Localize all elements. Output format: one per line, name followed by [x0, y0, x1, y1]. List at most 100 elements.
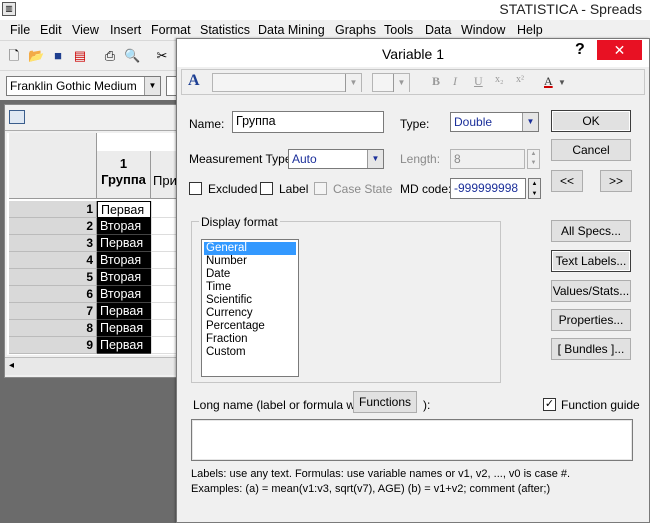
- chevron-down-icon[interactable]: ▼: [345, 74, 361, 92]
- menu-help[interactable]: Help: [517, 23, 543, 37]
- row-number[interactable]: 2: [9, 218, 97, 235]
- table-cell[interactable]: Вторая: [97, 269, 151, 286]
- menu-insert[interactable]: Insert: [110, 23, 141, 37]
- previous-variable-button[interactable]: <<: [551, 170, 583, 192]
- values-stats-button[interactable]: Values/Stats...: [551, 280, 631, 302]
- cut-icon[interactable]: ✂: [154, 48, 170, 64]
- row-number[interactable]: 3: [9, 235, 97, 252]
- menu-data-mining[interactable]: Data Mining: [258, 23, 325, 37]
- row-number[interactable]: 6: [9, 286, 97, 303]
- table-row: 8 Первая: [9, 320, 181, 337]
- list-item[interactable]: Fraction: [204, 333, 296, 346]
- dialog-title-bar: Variable 1 ? ✕: [177, 39, 649, 67]
- name-field[interactable]: Группа: [232, 111, 384, 133]
- table-cell[interactable]: Вторая: [97, 218, 151, 235]
- menu-file[interactable]: File: [10, 23, 30, 37]
- chevron-down-icon[interactable]: ▼: [393, 74, 409, 92]
- new-file-icon[interactable]: 🗋: [6, 48, 22, 64]
- superscript-icon[interactable]: x²: [516, 74, 524, 85]
- text-labels-button[interactable]: Text Labels...: [551, 250, 631, 272]
- ok-button[interactable]: OK: [551, 110, 631, 132]
- subscript-icon[interactable]: x₂: [495, 74, 504, 85]
- table-cell[interactable]: Первая: [97, 337, 151, 354]
- row-number[interactable]: 7: [9, 303, 97, 320]
- help-button[interactable]: ?: [575, 41, 585, 59]
- display-format-list[interactable]: General Number Date Time Scientific Curr…: [201, 239, 299, 377]
- row-number[interactable]: 8: [9, 320, 97, 337]
- cancel-button[interactable]: Cancel: [551, 139, 631, 161]
- length-spinner[interactable]: ▲ ▼: [527, 149, 540, 169]
- app-icon[interactable]: ▥: [2, 2, 16, 16]
- all-specs-button[interactable]: All Specs...: [551, 220, 631, 242]
- menu-tools[interactable]: Tools: [384, 23, 413, 37]
- app-title-bar: ▥ STATISTICA - Spreads: [0, 0, 650, 20]
- font-combo[interactable]: ▼: [212, 73, 362, 92]
- table-cell[interactable]: Первая: [97, 320, 151, 337]
- label-checkbox[interactable]: [260, 182, 273, 195]
- label-label: Label: [279, 182, 309, 196]
- font-icon[interactable]: A: [188, 72, 200, 90]
- dialog-format-toolbar: A ▼ ▼ B I U x₂ x² A ▼: [181, 69, 645, 95]
- excluded-checkbox[interactable]: [189, 182, 202, 195]
- list-item[interactable]: General: [204, 242, 296, 255]
- pdf-icon[interactable]: ▤: [72, 48, 88, 64]
- scroll-left-icon[interactable]: ◂: [9, 360, 14, 371]
- md-code-field[interactable]: -999999998: [450, 178, 526, 199]
- table-cell[interactable]: Первая: [97, 201, 151, 218]
- open-folder-icon[interactable]: 📂: [28, 48, 44, 64]
- print-preview-icon[interactable]: 🔍: [124, 48, 140, 64]
- print-icon[interactable]: ⎙: [102, 48, 118, 64]
- list-item[interactable]: Time: [204, 281, 296, 294]
- horizontal-scrollbar[interactable]: ◂: [5, 357, 181, 375]
- underline-icon[interactable]: U: [474, 74, 483, 89]
- close-button[interactable]: ✕: [597, 40, 642, 60]
- function-guide-checkbox[interactable]: ✓: [543, 398, 556, 411]
- list-item[interactable]: Currency: [204, 307, 296, 320]
- list-item[interactable]: Date: [204, 268, 296, 281]
- functions-button[interactable]: Functions: [353, 391, 417, 413]
- bundles-button[interactable]: [ Bundles ]...: [551, 338, 631, 360]
- length-field[interactable]: 8: [450, 149, 525, 169]
- help-text-line1: Labels: use any text. Formulas: use vari…: [191, 468, 571, 480]
- md-code-spinner[interactable]: ▲ ▼: [528, 178, 541, 199]
- chevron-down-icon[interactable]: ▼: [558, 78, 566, 87]
- table-cell[interactable]: Вторая: [97, 252, 151, 269]
- type-select[interactable]: Double ▼: [450, 112, 539, 132]
- menu-window[interactable]: Window: [461, 23, 505, 37]
- italic-icon[interactable]: I: [453, 74, 457, 89]
- help-text-line2: Examples: (a) = mean(v1:v3, sqrt(v7), AG…: [191, 483, 551, 495]
- row-number[interactable]: 4: [9, 252, 97, 269]
- chevron-down-icon[interactable]: ▼: [522, 113, 538, 131]
- table-cell[interactable]: Первая: [97, 303, 151, 320]
- table-cell[interactable]: Вторая: [97, 286, 151, 303]
- grid-corner[interactable]: [9, 133, 97, 199]
- font-color-icon[interactable]: A: [544, 74, 553, 89]
- menu-edit[interactable]: Edit: [40, 23, 62, 37]
- row-number[interactable]: 9: [9, 337, 97, 354]
- next-variable-button[interactable]: >>: [600, 170, 632, 192]
- menu-data[interactable]: Data: [425, 23, 451, 37]
- list-item[interactable]: Percentage: [204, 320, 296, 333]
- bold-icon[interactable]: B: [432, 74, 440, 89]
- font-name-combo[interactable]: Franklin Gothic Medium ▼: [6, 76, 161, 96]
- menu-statistics[interactable]: Statistics: [200, 23, 250, 37]
- menu-format[interactable]: Format: [151, 23, 191, 37]
- list-item[interactable]: Number: [204, 255, 296, 268]
- menu-view[interactable]: View: [72, 23, 99, 37]
- chevron-down-icon[interactable]: ▼: [144, 77, 160, 95]
- save-icon[interactable]: ■: [50, 48, 66, 64]
- case-state-checkbox[interactable]: [314, 182, 327, 195]
- row-number[interactable]: 5: [9, 269, 97, 286]
- properties-button[interactable]: Properties...: [551, 309, 631, 331]
- table-cell[interactable]: Первая: [97, 235, 151, 252]
- measurement-type-select[interactable]: Auto ▼: [288, 149, 384, 169]
- column-header-1[interactable]: 1 Группа: [97, 151, 151, 199]
- menu-graphs[interactable]: Graphs: [335, 23, 376, 37]
- spreadsheet-icon[interactable]: [9, 110, 25, 124]
- font-size-combo[interactable]: ▼: [372, 73, 410, 92]
- list-item[interactable]: Scientific: [204, 294, 296, 307]
- list-item[interactable]: Custom: [204, 346, 296, 359]
- long-name-field[interactable]: [191, 419, 633, 461]
- row-number[interactable]: 1: [9, 201, 97, 218]
- chevron-down-icon[interactable]: ▼: [367, 150, 383, 168]
